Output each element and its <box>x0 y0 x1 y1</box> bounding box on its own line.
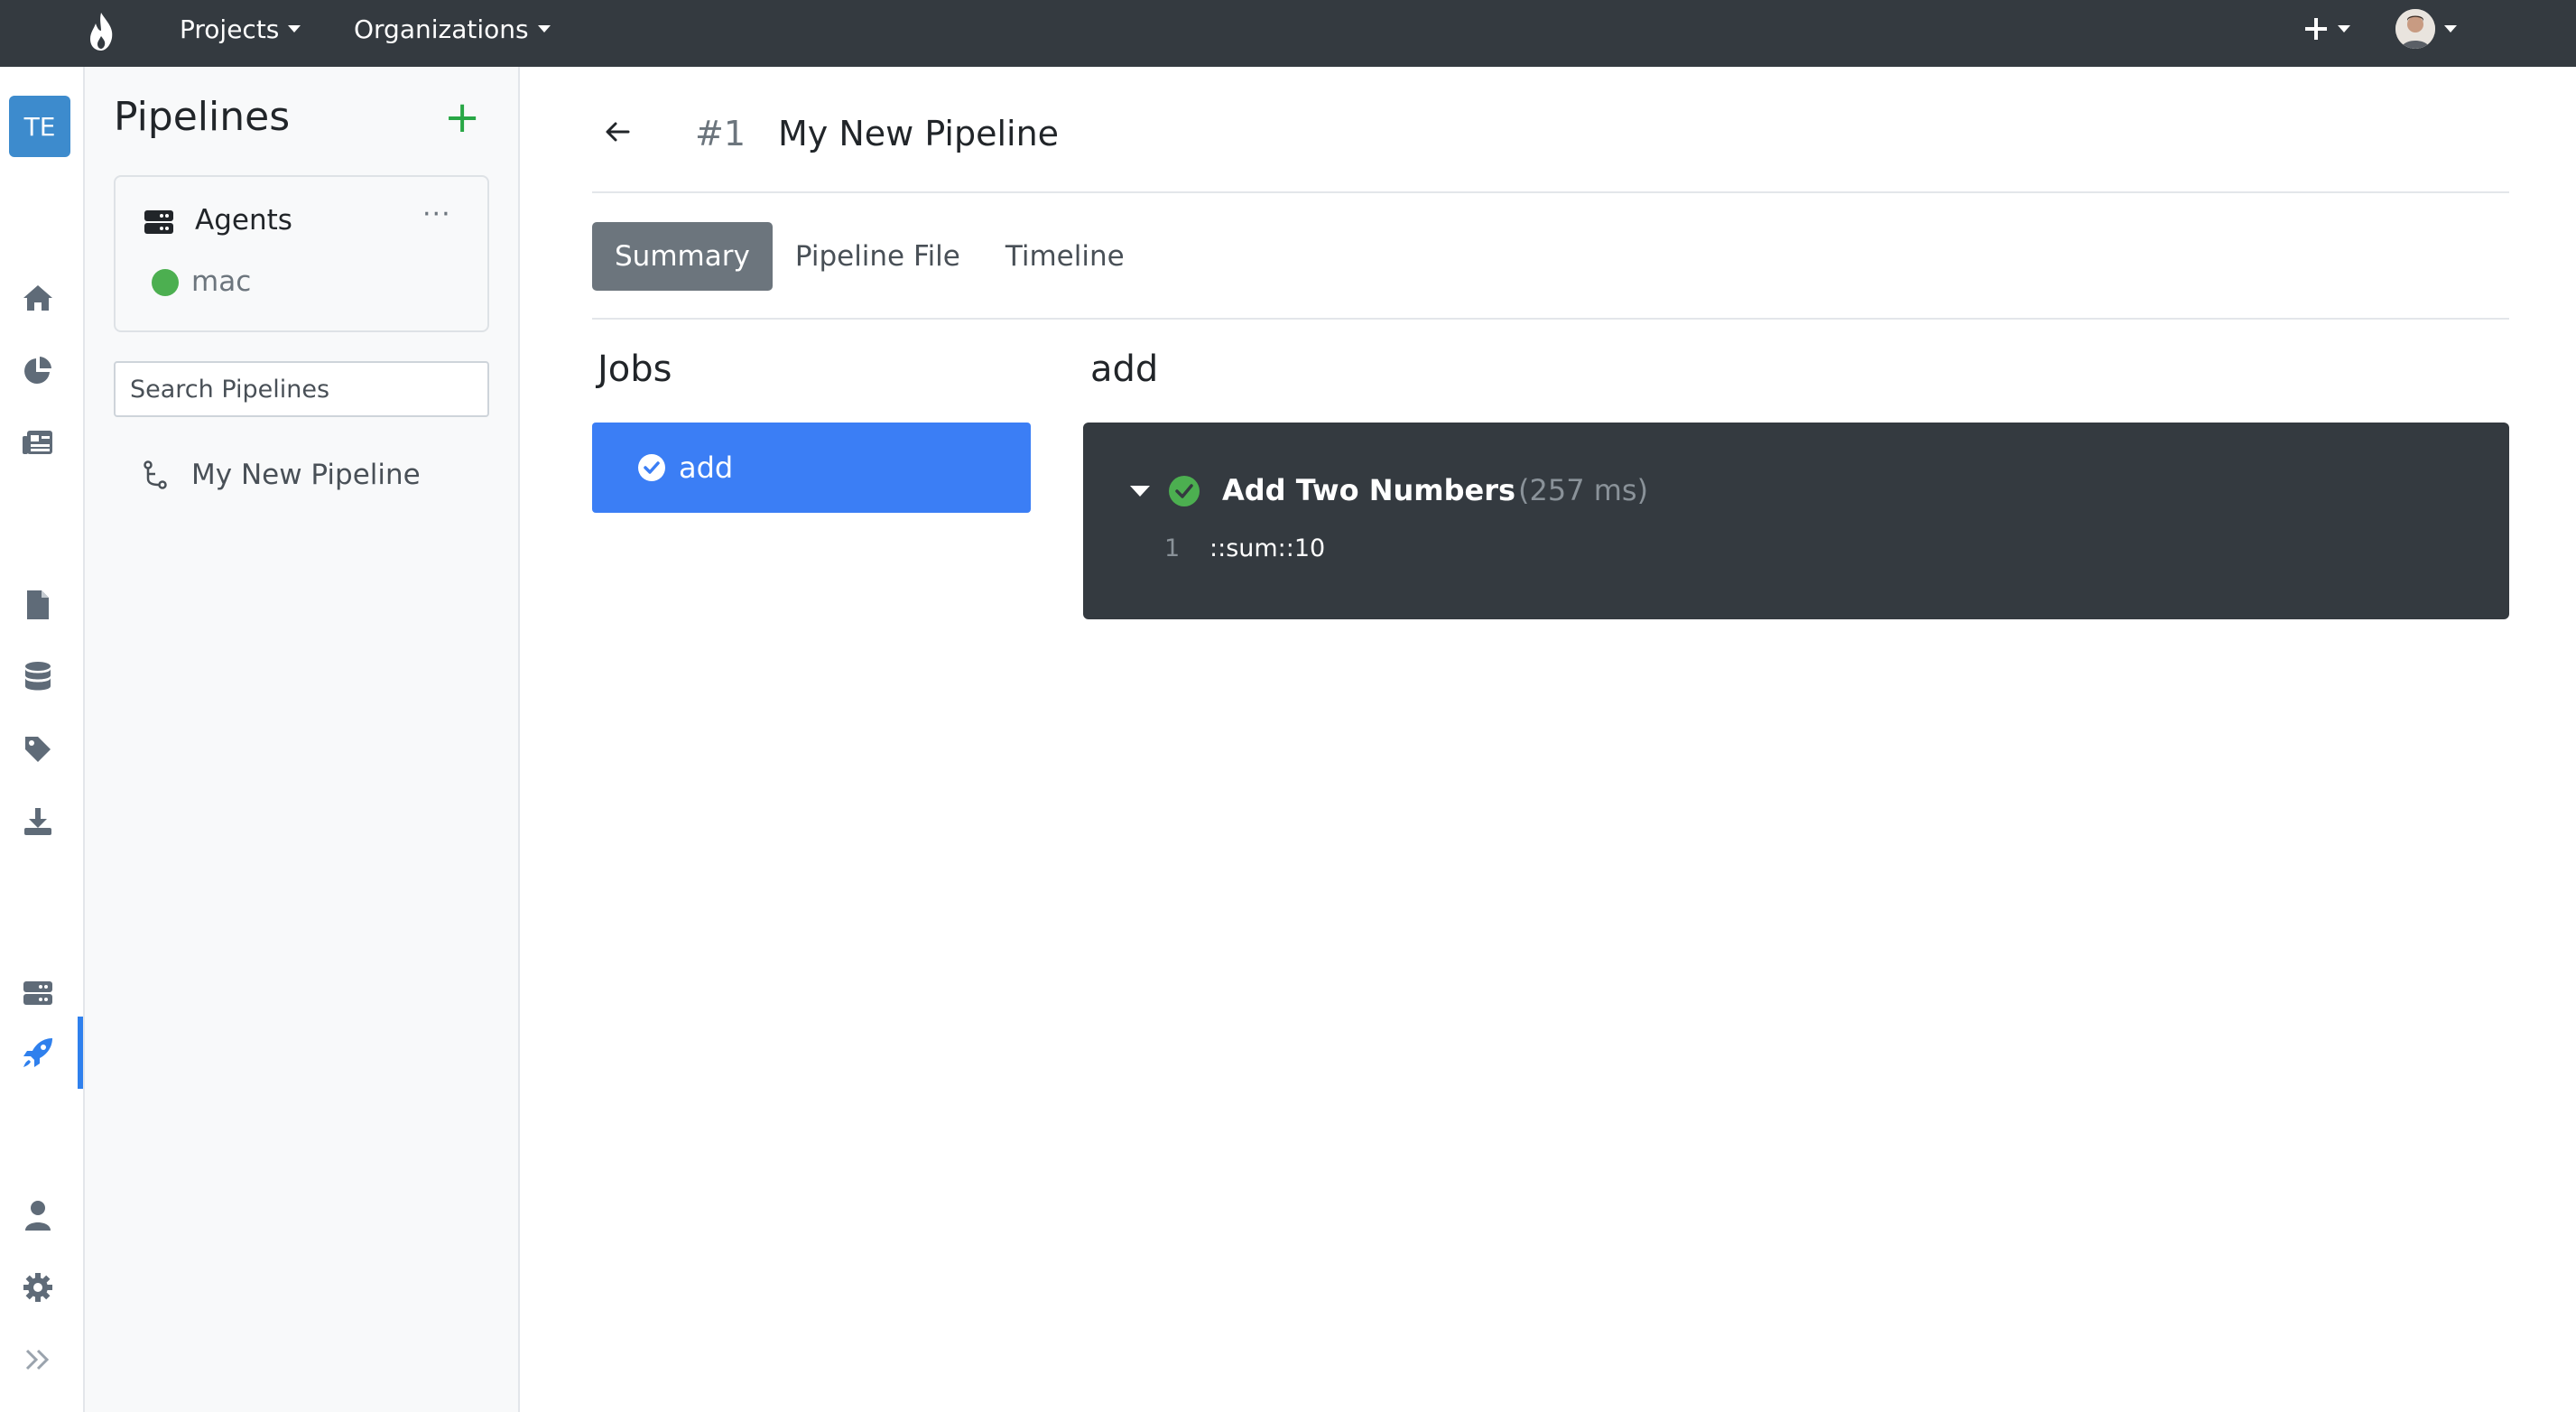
tag-icon[interactable] <box>20 731 56 767</box>
database-icon[interactable] <box>20 659 56 695</box>
pipelines-sidebar: Pipelines + Agents ··· mac My New Pipeli… <box>85 67 520 1412</box>
create-new-menu[interactable] <box>2303 7 2350 51</box>
main-content: #1 My New Pipeline Summary Pipeline File… <box>520 67 2576 1412</box>
selected-job-heading: add <box>1090 348 1159 390</box>
sidebar-title: Pipelines <box>114 94 291 140</box>
tab-pipeline-file[interactable]: Pipeline File <box>773 222 983 291</box>
log-line-text: ::sum::10 <box>1209 534 1326 562</box>
rocket-icon[interactable] <box>20 1035 56 1071</box>
expand-icon[interactable] <box>20 1342 56 1378</box>
rail-active-indicator <box>78 1017 83 1089</box>
job-item[interactable]: add <box>592 423 1031 513</box>
arrow-left-icon <box>606 122 630 142</box>
agents-label: Agents <box>195 204 292 237</box>
divider <box>592 318 2509 320</box>
plus-icon <box>2305 18 2327 40</box>
download-icon[interactable] <box>20 804 56 840</box>
app-root: Projects Organizations TE Pipelines + Ag… <box>0 0 2576 1412</box>
caret-down-icon[interactable] <box>1130 486 1150 497</box>
newspaper-icon[interactable] <box>20 424 56 460</box>
file-icon[interactable] <box>20 587 56 623</box>
top-navbar: Projects Organizations <box>0 0 2576 67</box>
tab-bar: Summary Pipeline File Timeline <box>592 222 1147 291</box>
jobs-heading: Jobs <box>598 348 672 390</box>
back-button[interactable] <box>603 117 632 146</box>
agents-card: Agents ··· mac <box>114 175 489 332</box>
agents-more-button[interactable]: ··· <box>422 199 451 230</box>
tab-summary[interactable]: Summary <box>592 222 773 291</box>
avatar <box>2395 9 2435 49</box>
user-menu[interactable] <box>2395 7 2457 51</box>
gear-icon[interactable] <box>20 1269 56 1305</box>
organizations-menu-label: Organizations <box>354 14 529 44</box>
projects-menu-label: Projects <box>180 14 280 44</box>
run-number: #1 <box>695 114 746 153</box>
server-icon[interactable] <box>20 975 56 1011</box>
home-icon[interactable] <box>20 280 56 316</box>
icon-rail: TE <box>0 67 85 1412</box>
organizations-menu[interactable]: Organizations <box>354 0 551 58</box>
agent-status-dot <box>152 269 179 296</box>
chevron-down-icon <box>2338 25 2350 33</box>
step-name[interactable]: Add Two Numbers <box>1222 473 1515 507</box>
user-icon[interactable] <box>20 1197 56 1233</box>
project-badge[interactable]: TE <box>9 96 70 157</box>
search-pipelines-input[interactable] <box>114 361 489 417</box>
pipeline-item-label: My New Pipeline <box>191 459 421 491</box>
chart-pie-icon[interactable] <box>20 352 56 388</box>
add-pipeline-button[interactable]: + <box>444 96 480 141</box>
chevron-down-icon <box>288 25 301 33</box>
agent-name: mac <box>191 265 252 298</box>
projects-menu[interactable]: Projects <box>180 0 301 58</box>
step-duration: (257 ms) <box>1518 473 1649 507</box>
tab-timeline[interactable]: Timeline <box>983 222 1147 291</box>
log-line-number: 1 <box>1164 534 1181 562</box>
job-log-panel: Add Two Numbers (257 ms) 1 ::sum::10 <box>1083 423 2509 619</box>
chevron-down-icon <box>537 25 551 33</box>
page-title: My New Pipeline <box>778 114 1060 153</box>
job-label: add <box>679 451 734 485</box>
sidebar-item-pipeline[interactable]: My New Pipeline <box>143 455 421 495</box>
chevron-down-icon <box>2444 25 2457 33</box>
check-circle-icon <box>638 454 665 481</box>
app-logo[interactable] <box>83 9 119 54</box>
check-circle-icon <box>1169 476 1200 506</box>
pipeline-branch-icon <box>144 460 167 489</box>
server-icon <box>144 208 173 237</box>
divider <box>592 191 2509 193</box>
